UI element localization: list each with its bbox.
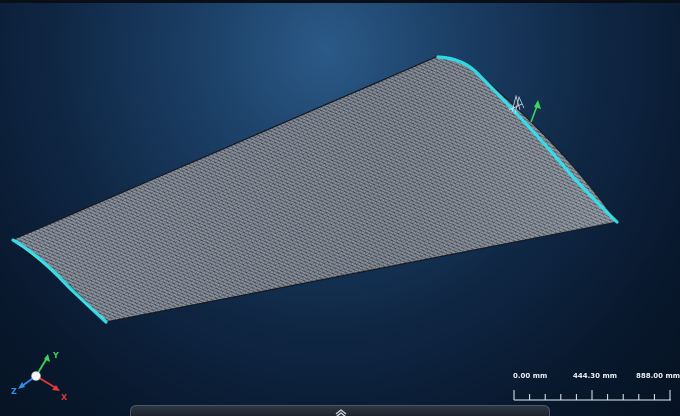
y-axis-label: Y: [52, 351, 59, 360]
z-axis-arrow: [18, 382, 25, 389]
move-arrow-icon[interactable]: [530, 100, 541, 123]
scale-ruler: [513, 390, 671, 401]
wing-shading: [12, 57, 617, 322]
z-axis-label: Z: [11, 387, 17, 396]
chevron-up-icon[interactable]: [334, 408, 348, 416]
orientation-triad[interactable]: Y X Z: [8, 346, 72, 402]
x-axis-label: X: [61, 393, 68, 402]
triad-origin: [31, 371, 41, 381]
3d-viewport[interactable]: Y X Z 0.00 mm 444.30 mm 888.00 mm: [0, 0, 680, 416]
bottom-panel-handle[interactable]: [130, 405, 550, 416]
scale-bar: 0.00 mm 444.30 mm 888.00 mm: [505, 372, 680, 408]
wing-model[interactable]: [0, 0, 680, 416]
